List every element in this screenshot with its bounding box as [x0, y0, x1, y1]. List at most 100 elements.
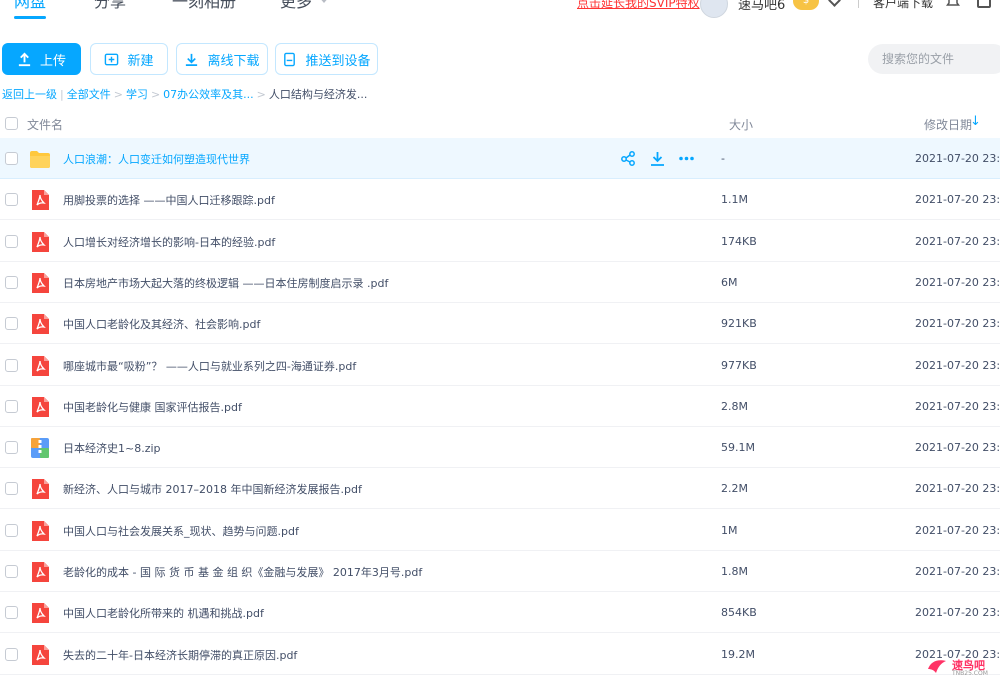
file-row[interactable]: 中国人口老龄化及其经济、社会影响.pdf 921KB 2021-07-20 23:5…	[0, 303, 1000, 345]
file-date: 2021-07-20 23:53	[915, 523, 1000, 537]
breadcrumb-current: 人口结构与经济发...	[268, 88, 368, 101]
column-size[interactable]: 大小	[729, 116, 753, 133]
avatar[interactable]	[700, 0, 728, 18]
pdf-file-icon	[32, 314, 49, 335]
file-row[interactable]: 日本房地产市场大起大落的终极逻辑 ——日本住房制度启示录 .pdf 6M 2021-…	[0, 262, 1000, 303]
svip-renew-link[interactable]: 点击延长我的SVIP特权	[577, 0, 700, 11]
row-checkbox[interactable]	[5, 358, 18, 372]
file-date: 2021-07-20 23:53	[915, 275, 1000, 289]
column-date[interactable]: 修改日期	[924, 116, 972, 133]
new-folder-button[interactable]: 新建	[90, 43, 168, 75]
file-name[interactable]: 人口增长对经济增长的影响-日本的经验.pdf	[63, 234, 275, 250]
column-name[interactable]: 文件名	[27, 116, 63, 133]
file-row[interactable]: 老龄化的成本 - 国 际 货 币 基 金 组 织《金融与发展》 2017年3月号…	[0, 551, 1000, 592]
top-bar: 网盘 分享 一刻相册 更多 点击延长我的SVIP特权 速马吧6 $ 客户端下载	[0, 0, 1000, 20]
breadcrumb-all-files[interactable]: 全部文件	[67, 88, 111, 101]
row-checkbox[interactable]	[5, 234, 18, 248]
nav-tab-album[interactable]: 一刻相册	[172, 0, 236, 12]
file-name[interactable]: 日本房地产市场大起大落的终极逻辑 ——日本住房制度启示录 .pdf	[63, 275, 388, 291]
file-name[interactable]: 新经济、人口与城市 2017–2018 年中国新经济发展报告.pdf	[63, 481, 362, 497]
row-checkbox[interactable]	[5, 482, 18, 496]
nav-tab-share[interactable]: 分享	[94, 0, 126, 12]
file-row[interactable]: 中国人口老龄化所带来的 机遇和挑战.pdf 854KB 2021-07-20 23:…	[0, 592, 1000, 634]
upload-icon	[18, 52, 31, 66]
row-checkbox[interactable]	[5, 523, 18, 537]
breadcrumb-office[interactable]: 07办公效率及其...	[163, 88, 254, 101]
select-all-checkbox[interactable]	[5, 117, 18, 130]
breadcrumb-sep: >	[113, 88, 123, 101]
bell-icon[interactable]	[946, 0, 960, 8]
coin-badge: $	[793, 0, 819, 10]
upload-button[interactable]: 上传	[2, 43, 81, 75]
offline-download-button[interactable]: 离线下载	[176, 43, 268, 75]
file-row[interactable]: 失去的二十年-日本经济长期停滞的真正原因.pdf 19.2M 2021-07-20 …	[0, 634, 1000, 675]
file-name[interactable]: 用脚投票的选择 ——中国人口迁移跟踪.pdf	[63, 192, 275, 208]
row-checkbox[interactable]	[5, 647, 18, 661]
more-icon[interactable]	[678, 150, 695, 167]
breadcrumb-sep: |	[60, 88, 64, 101]
search-input[interactable]	[868, 44, 1000, 74]
pdf-file-icon	[32, 644, 49, 665]
file-date: 2021-07-20 23:53	[915, 565, 1000, 578]
file-date: 2021-07-20 23:53	[915, 358, 1000, 372]
row-actions	[620, 150, 700, 168]
zip-file-icon	[31, 438, 49, 459]
file-name[interactable]: 中国人口老龄化及其经济、社会影响.pdf	[63, 316, 260, 332]
file-name[interactable]: 哪座城市最“吸粉”？ ——人口与就业系列之四-海通证券.pdf	[63, 358, 356, 374]
row-checkbox[interactable]	[5, 441, 18, 455]
push-to-device-button[interactable]: 推送到设备	[275, 43, 378, 75]
file-row[interactable]: 新经济、人口与城市 2017–2018 年中国新经济发展报告.pdf 2.2M 20…	[0, 468, 1000, 510]
file-name[interactable]: 中国人口老龄化所带来的 机遇和挑战.pdf	[63, 605, 264, 621]
share-icon[interactable]	[620, 150, 637, 167]
row-checkbox[interactable]	[5, 606, 18, 620]
file-name[interactable]: 中国老龄化与健康 国家评估报告.pdf	[63, 399, 242, 415]
file-row[interactable]: 中国老龄化与健康 国家评估报告.pdf 2.8M 2021-07-20 23:53	[0, 386, 1000, 427]
file-name[interactable]: 日本经济史1~8.zip	[63, 440, 161, 456]
file-date: 2021-07-20 23:53	[915, 606, 1000, 620]
file-row[interactable]: 人口增长对经济增长的影响-日本的经验.pdf 174KB 2021-07-20 23…	[0, 221, 1000, 262]
pdf-file-icon	[32, 479, 49, 500]
breadcrumb-sep: >	[150, 88, 161, 101]
push-to-device-label: 推送到设备	[305, 53, 371, 69]
file-row[interactable]: 用脚投票的选择 ——中国人口迁移跟踪.pdf 1.1M 2021-07-20 23:…	[0, 179, 1000, 221]
new-folder-icon	[105, 53, 119, 65]
client-download-link[interactable]: 客户端下载	[873, 0, 933, 11]
breadcrumb-back[interactable]: 返回上一级	[2, 88, 57, 101]
pdf-file-icon	[32, 603, 49, 624]
pdf-file-icon	[32, 562, 49, 582]
file-name[interactable]: 中国人口与社会发展关系_现状、趋势与问题.pdf	[63, 523, 299, 539]
file-date: 2021-07-20 23:53	[915, 317, 1000, 331]
breadcrumb-sep: >	[256, 88, 266, 101]
download-icon[interactable]	[649, 150, 666, 167]
row-checkbox[interactable]	[5, 152, 18, 165]
chevron-down-icon[interactable]	[828, 0, 841, 7]
row-checkbox[interactable]	[5, 317, 18, 331]
file-row[interactable]: 人口浪潮：人口变迁如何塑造现代世界 - 2021-07-20 23:53	[0, 138, 1000, 179]
file-date: 2021-07-20 23:53	[915, 399, 1000, 413]
new-folder-label: 新建	[127, 53, 154, 69]
nav-tab-netdisk[interactable]: 网盘	[14, 0, 46, 12]
sort-desc-icon[interactable]: ↓	[970, 114, 981, 129]
file-row[interactable]: 日本经济史1~8.zip 59.1M 2021-07-20 23:53	[0, 427, 1000, 469]
row-checkbox[interactable]	[5, 193, 18, 207]
file-size: 59.1M	[721, 441, 755, 455]
more-caret-icon[interactable]	[318, 0, 330, 3]
username[interactable]: 速马吧6	[738, 0, 785, 13]
file-row[interactable]: 哪座城市最“吸粉”？ ——人口与就业系列之四-海通证券.pdf 977KB 2021…	[0, 345, 1000, 386]
breadcrumb-study[interactable]: 学习	[126, 88, 148, 101]
row-checkbox[interactable]	[5, 275, 18, 289]
watermark-sub: TNB25.COM	[952, 670, 988, 677]
pdf-file-icon	[32, 355, 49, 376]
file-size: 854KB	[721, 606, 757, 620]
row-checkbox[interactable]	[5, 399, 18, 413]
row-checkbox[interactable]	[5, 565, 18, 578]
file-size: -	[721, 152, 725, 165]
file-name[interactable]: 失去的二十年-日本经济长期停滞的真正原因.pdf	[63, 647, 297, 663]
nav-tab-more[interactable]: 更多	[280, 0, 312, 12]
upload-label: 上传	[39, 53, 66, 69]
file-name[interactable]: 人口浪潮：人口变迁如何塑造现代世界	[63, 151, 250, 167]
file-name[interactable]: 老龄化的成本 - 国 际 货 币 基 金 组 织《金融与发展》 2017年3月号…	[63, 564, 422, 580]
document-icon[interactable]	[977, 0, 991, 8]
breadcrumb: 返回上一级 | 全部文件 > 学习 >07办公效率及其... > 人口结构与经济发...	[2, 86, 367, 102]
file-row[interactable]: 中国人口与社会发展关系_现状、趋势与问题.pdf 1M 2021-07-20 23:…	[0, 510, 1000, 551]
